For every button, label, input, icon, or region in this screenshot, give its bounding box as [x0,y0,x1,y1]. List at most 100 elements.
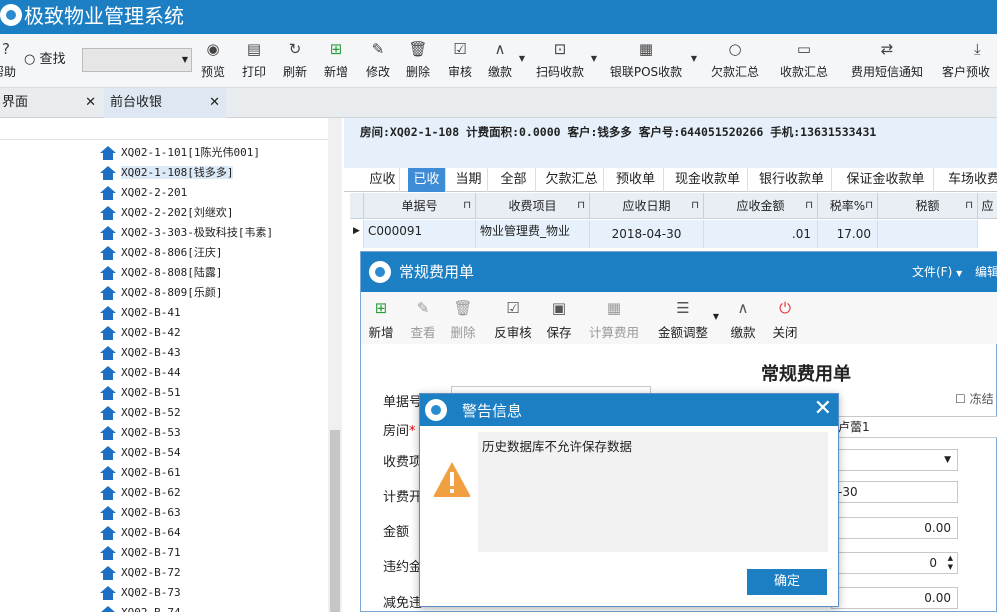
subtab-prepay[interactable]: 预收单 [608,168,664,192]
pin-icon[interactable]: ⊓ [805,193,813,219]
fee-close-button[interactable]: ⏻ 关闭 [769,292,801,344]
tree-node[interactable]: XQ02-3-303-极致科技[韦素] [100,223,273,243]
receipt-summary-button[interactable]: ▭ 收款汇总 [776,34,832,88]
delete-button[interactable]: 🗑 删除 [400,34,436,88]
pin-icon[interactable]: ⊓ [463,193,471,219]
audit-button[interactable]: ☑ 审核 [442,34,478,88]
grid-header-more[interactable]: 应 [978,193,997,219]
pay-button[interactable]: ∧ 缴款 ▼ [483,34,525,88]
tab-front-cashier[interactable]: 前台收银 ✕ [104,88,226,118]
fee-adjust-button[interactable]: ☰ 金额调整 ▼ [655,292,719,344]
grid-header-bill-no[interactable]: 单据号 ⊓ [364,193,476,219]
tree-node[interactable]: XQ02-B-53 [100,423,181,443]
tree-node[interactable]: XQ02-8-809[乐颜] [100,283,222,303]
dropdown-arrow-icon: ▼ [590,54,597,63]
tree-node[interactable]: XQ02-B-72 [100,563,181,583]
house-icon [100,446,116,460]
reduce-field[interactable]: 0.00 [831,587,958,609]
refresh-button[interactable]: ↻ 刷新 [276,34,314,88]
sms-notify-button[interactable]: ⇄ 费用短信通知 [846,34,928,88]
tree-node[interactable]: XQ02-B-61 [100,463,181,483]
help-button[interactable]: ? 帮助 [0,34,18,88]
pin-icon[interactable]: ⊓ [865,193,873,219]
close-icon[interactable]: ✕ [85,88,96,118]
subtab-bank-receipt[interactable]: 银行收款单 [752,168,832,192]
customer-prepay-button[interactable]: ⤓ 客户预收 [942,34,997,88]
late-fee-stepper[interactable]: 0 ▲ ▼ [831,552,958,574]
tree-scrollbar-thumb[interactable] [330,430,340,612]
search-combo[interactable]: ▼ [82,48,192,72]
close-icon[interactable]: ✕ [209,88,220,118]
tree-node[interactable]: XQ02-B-63 [100,503,181,523]
tree-node[interactable]: XQ02-B-43 [100,343,181,363]
ok-button[interactable]: 确定 [747,569,827,595]
grid-header-tax[interactable]: 税额 ⊓ [878,193,978,219]
warning-dialog-titlebar[interactable]: 警告信息 ✕ [420,394,838,426]
pin-icon[interactable]: ⊓ [691,193,699,219]
tree-node[interactable]: XQ02-B-74 [100,603,181,612]
start-date-field[interactable]: -30 [831,481,958,503]
tree-node[interactable]: XQ02-2-201 [100,183,187,203]
fee-pay-button[interactable]: ∧ 缴款 [727,292,759,344]
search-button[interactable]: ○ 查找 [24,50,80,70]
fee-item-select[interactable]: ▼ [831,449,958,471]
fee-unaudit-button[interactable]: ☑ 反审核 [491,292,535,344]
tree-node[interactable]: XQ02-2-202[刘继欢] [100,203,233,223]
close-icon[interactable]: ✕ [814,395,832,423]
cell-fee-item[interactable]: 物业管理费_物业 [476,220,590,248]
tree-node[interactable]: XQ02-B-71 [100,543,181,563]
subtab-arrears-summary[interactable]: 欠款汇总 [540,168,604,192]
tree-node[interactable]: XQ02-B-64 [100,523,181,543]
cell-due-date[interactable]: 2018-04-30 [590,220,704,248]
arrears-summary-button[interactable]: ○ 欠款汇总 [707,34,763,88]
menu-file[interactable]: 文件(F) ▼ [912,263,962,280]
tree-node[interactable]: XQ02-B-54 [100,443,181,463]
pos-pay-button[interactable]: ▦ 银联POS收款 ▼ [603,34,697,88]
tree-node[interactable]: XQ02-B-62 [100,483,181,503]
subtab-deposit-receipt[interactable]: 保证金收款单 [838,168,934,192]
tree-node[interactable]: XQ02-1-108[钱多多] [100,163,234,183]
freeze-checkbox[interactable]: ☐ 冻结 [955,390,994,407]
fee-add-button[interactable]: ⊞ 新增 [365,292,397,344]
preview-button[interactable]: ◉ 预览 [192,34,234,88]
fee-save-button[interactable]: ▣ 保存 [543,292,575,344]
fee-calc-button[interactable]: ▦ 计算费用 [585,292,643,344]
add-button[interactable]: ⊞ 新增 [318,34,354,88]
menu-edit[interactable]: 编辑 [975,263,997,280]
tree-node[interactable]: XQ02-B-52 [100,403,181,423]
subtab-receivable[interactable]: 应收 [366,168,400,192]
subtab-cash-receipt[interactable]: 现金收款单 [668,168,748,192]
fee-dialog-titlebar[interactable]: 常规费用单 文件(F) ▼ 编辑 [361,252,997,292]
tree-node[interactable]: XQ02-B-42 [100,323,181,343]
subtab-parking-fee[interactable]: 车场收费 [940,168,997,192]
tree-node[interactable]: XQ02-8-808[陆露] [100,263,222,283]
cell-tax[interactable] [878,220,978,248]
cell-bill-no[interactable]: C000091 [364,220,476,248]
cell-tax-rate[interactable]: 17.00 [818,220,878,248]
tree-node[interactable]: XQ02-B-44 [100,363,181,383]
tree-node[interactable]: XQ02-B-73 [100,583,181,603]
pin-icon[interactable]: ⊓ [577,193,585,219]
tree-node[interactable]: XQ02-1-101[1陈光伟001] [100,143,260,163]
grid-header-fee-item[interactable]: 收费项目 ⊓ [476,193,590,219]
tree-node[interactable]: XQ02-B-51 [100,383,181,403]
stepper-arrows-icon[interactable]: ▲ ▼ [948,554,953,572]
pin-icon[interactable]: ⊓ [965,193,973,219]
grid-header-tax-rate[interactable]: 税率% ⊓ [818,193,878,219]
subtab-all[interactable]: 全部 [492,168,536,192]
tree-node[interactable]: XQ02-B-41 [100,303,181,323]
fee-view-button[interactable]: ✎ 查看 [407,292,439,344]
grid-header-due-date[interactable]: 应收日期 ⊓ [590,193,704,219]
tab-home[interactable]: 界面 ✕ [0,88,102,118]
subtab-current[interactable]: 当期 [450,168,488,192]
scan-pay-button[interactable]: ⊡ 扫码收款 ▼ [531,34,597,88]
edit-button[interactable]: ✎ 修改 [360,34,396,88]
amount-field[interactable]: 0.00 [831,517,958,539]
fee-delete-button[interactable]: 🗑 删除 [447,292,479,344]
cell-amount[interactable]: .01 [704,220,818,248]
subtab-received[interactable]: 已收 [408,168,446,192]
tree-node[interactable]: XQ02-8-806[汪庆] [100,243,222,263]
print-button[interactable]: ▤ 打印 [236,34,272,88]
grid-header-amount[interactable]: 应收金额 ⊓ [704,193,818,219]
room-field[interactable]: 卢蕾1 [831,416,997,438]
